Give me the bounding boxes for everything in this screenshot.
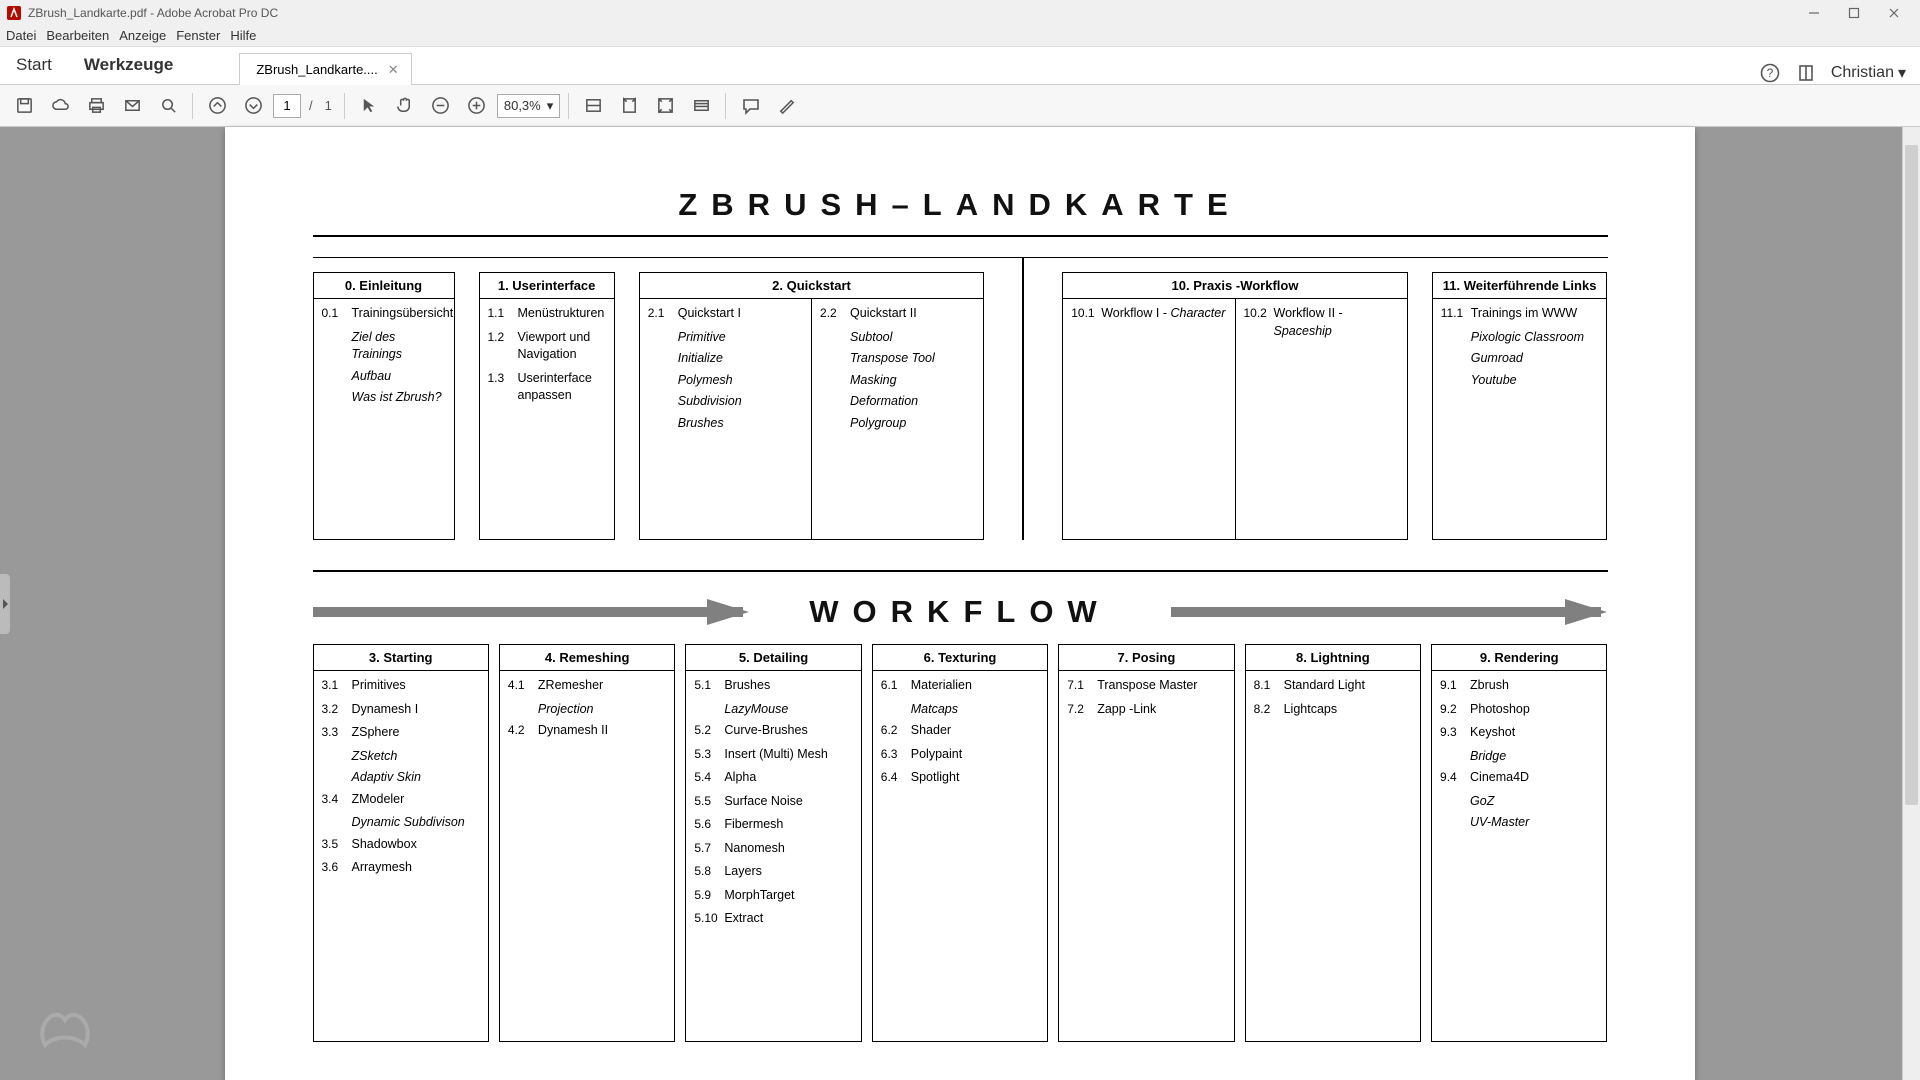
email-icon[interactable] (116, 90, 148, 122)
tab-strip: Start Werkzeuge ZBrush_Landkarte.... ✕ ?… (0, 47, 1920, 85)
zoom-out-icon[interactable] (425, 90, 457, 122)
box-b8: 8. Lightning8.1Standard Light8.2Lightcap… (1245, 644, 1421, 1042)
menu-datei[interactable]: Datei (6, 28, 36, 43)
menu-bearbeiten[interactable]: Bearbeiten (46, 28, 109, 43)
toolbar-separator (344, 93, 345, 119)
box-header: 7. Posing (1059, 645, 1233, 671)
page-total: 1 (321, 98, 336, 113)
svg-text:?: ? (1766, 66, 1773, 80)
toolbar-separator (568, 93, 569, 119)
box-quickstart: 2. Quickstart 2.1Quickstart I Primitive … (639, 272, 985, 540)
box-links: 11. Weiterführende Links 11.1Trainings i… (1432, 272, 1608, 540)
menu-fenster[interactable]: Fenster (176, 28, 220, 43)
menu-bar: Datei Bearbeiten Anzeige Fenster Hilfe (0, 25, 1920, 47)
menu-hilfe[interactable]: Hilfe (230, 28, 256, 43)
workflow-title: WORKFLOW (809, 594, 1110, 630)
document-tab-label: ZBrush_Landkarte.... (256, 62, 377, 77)
print-icon[interactable] (80, 90, 112, 122)
maximize-button[interactable] (1834, 1, 1874, 25)
section-divider (313, 570, 1608, 572)
box-header: 6. Texturing (873, 645, 1047, 671)
tab-close-icon[interactable]: ✕ (388, 62, 399, 78)
close-button[interactable] (1874, 1, 1914, 25)
box-userinterface: 1. Userinterface 1.1Menüstrukturen 1.2Vi… (479, 272, 615, 540)
box-header: 11. Weiterführende Links (1433, 273, 1607, 299)
box-einleitung: 0. Einleitung 0.1Trainingsübersicht Ziel… (313, 272, 455, 540)
box-header: 4. Remeshing (500, 645, 674, 671)
box-header: 9. Rendering (1432, 645, 1606, 671)
pdf-page: ZBRUSH–LANDKARTE 0. Einleitung 0.1Traini… (225, 127, 1695, 1080)
arrow-left-icon (313, 605, 750, 619)
toolbar-separator (192, 93, 193, 119)
save-icon[interactable] (8, 90, 40, 122)
app-icon (6, 5, 22, 21)
document-tab[interactable]: ZBrush_Landkarte.... ✕ (239, 53, 411, 85)
sidebar-expand-handle[interactable] (0, 574, 10, 634)
fit-width-icon[interactable] (577, 90, 609, 122)
workflow-header: WORKFLOW (313, 594, 1608, 630)
box-b3: 3. Starting3.1Primitives3.2Dynamesh I3.3… (313, 644, 489, 1042)
pointer-icon[interactable] (353, 90, 385, 122)
toolbar: / 1 80,3% ▾ (0, 85, 1920, 127)
page-up-icon[interactable] (201, 90, 233, 122)
document-viewport: ZBRUSH–LANDKARTE 0. Einleitung 0.1Traini… (0, 127, 1920, 1080)
box-header: 3. Starting (314, 645, 488, 671)
chevron-down-icon: ▾ (547, 98, 554, 114)
notification-icon[interactable] (1795, 62, 1817, 84)
read-mode-icon[interactable] (685, 90, 717, 122)
document-title: ZBRUSH–LANDKARTE (313, 187, 1608, 237)
user-name: Christian (1831, 64, 1894, 82)
workflow-row: 3. Starting3.1Primitives3.2Dynamesh I3.3… (313, 644, 1608, 1042)
page-down-icon[interactable] (237, 90, 269, 122)
nav-start[interactable]: Start (0, 46, 68, 84)
box-b9: 9. Rendering9.1Zbrush9.2Photoshop9.3Keys… (1431, 644, 1607, 1042)
watermark-icon (30, 995, 100, 1060)
fit-visible-icon[interactable] (649, 90, 681, 122)
scrollbar-vertical[interactable] (1902, 127, 1920, 1080)
help-icon[interactable]: ? (1759, 62, 1781, 84)
box-b6: 6. Texturing6.1MaterialienMatcaps6.2Shad… (872, 644, 1048, 1042)
chevron-down-icon: ▾ (1898, 63, 1906, 83)
box-header: 2. Quickstart (640, 273, 984, 299)
zoom-select[interactable]: 80,3% ▾ (497, 94, 560, 118)
box-header: 0. Einleitung (314, 273, 454, 299)
window-title: ZBrush_Landkarte.pdf - Adobe Acrobat Pro… (28, 6, 278, 20)
cloud-icon[interactable] (44, 90, 76, 122)
highlight-icon[interactable] (770, 90, 802, 122)
zoom-value: 80,3% (504, 98, 541, 113)
vertical-divider (1022, 258, 1024, 540)
box-b7: 7. Posing7.1Transpose Master7.2Zapp -Lin… (1058, 644, 1234, 1042)
scrollbar-thumb[interactable] (1905, 145, 1918, 805)
comment-icon[interactable] (734, 90, 766, 122)
toolbar-separator (725, 93, 726, 119)
box-praxis: 10. Praxis -Workflow 10.1Workflow I - Ch… (1062, 272, 1408, 540)
page-separator: / (305, 98, 317, 113)
search-icon[interactable] (152, 90, 184, 122)
hand-icon[interactable] (389, 90, 421, 122)
box-header: 8. Lightning (1246, 645, 1420, 671)
page-number-input[interactable] (273, 94, 301, 118)
box-b4: 4. Remeshing4.1ZRemesherProjection4.2Dyn… (499, 644, 675, 1042)
arrow-right-icon (1171, 605, 1608, 619)
box-header: 1. Userinterface (480, 273, 614, 299)
box-header: 5. Detailing (686, 645, 860, 671)
title-bar: ZBrush_Landkarte.pdf - Adobe Acrobat Pro… (0, 0, 1920, 25)
box-header: 10. Praxis -Workflow (1063, 273, 1407, 299)
user-menu[interactable]: Christian▾ (1831, 63, 1906, 83)
box-b5: 5. Detailing5.1BrushesLazyMouse5.2Curve-… (685, 644, 861, 1042)
minimize-button[interactable] (1794, 1, 1834, 25)
fit-page-icon[interactable] (613, 90, 645, 122)
zoom-in-icon[interactable] (461, 90, 493, 122)
nav-tools[interactable]: Werkzeuge (68, 46, 189, 84)
menu-anzeige[interactable]: Anzeige (119, 28, 166, 43)
